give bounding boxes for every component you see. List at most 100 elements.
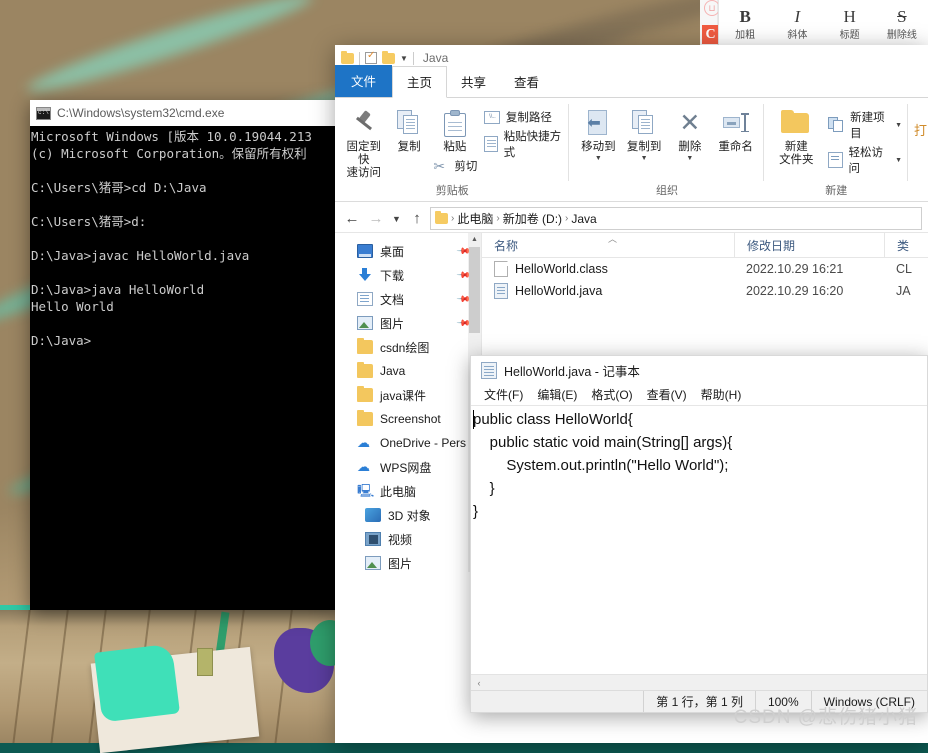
notepad-menu-2[interactable]: 格式(O) [584, 384, 639, 405]
copy-path-button[interactable]: \\.. 复制路径 [484, 109, 564, 125]
teal-paint-patch [94, 643, 180, 723]
nav-item-2[interactable]: 文档 📌 [335, 287, 481, 311]
bold-button[interactable]: B 加粗 [719, 0, 771, 48]
pin-icon[interactable]: 📌 [456, 316, 471, 332]
copy-to-chevron-down-icon[interactable]: ▼ [641, 155, 648, 162]
delete-chevron-down-icon[interactable]: ▼ [686, 155, 693, 162]
nav-item-9[interactable]: ☁ WPS网盘 [335, 455, 481, 479]
strikethrough-button[interactable]: S 删除线 [876, 0, 928, 48]
column-header-name[interactable]: ︿ 名称 [482, 233, 734, 257]
copy-button[interactable]: 复制 [386, 103, 431, 182]
up-button[interactable]: ↑ [406, 208, 428, 230]
console-icon [36, 106, 51, 120]
notepad-text-area[interactable]: public class HelloWorld{ public static v… [471, 406, 927, 674]
ribbon[interactable]: 固定到快 速访问 复制 粘贴 ✂ 剪切 \\.. 复制路径 粘贴快捷方式 剪贴板… [335, 98, 928, 202]
heading-button[interactable]: H 标题 [824, 0, 876, 48]
notepad-menu-4[interactable]: 帮助(H) [694, 384, 749, 405]
notepad-titlebar[interactable]: HelloWorld.java - 记事本 [471, 356, 927, 384]
ribbon-tabs[interactable]: 文件 主页 共享 查看 [335, 65, 928, 98]
table-row[interactable]: HelloWorld.java 2022.10.29 16:20 JA [482, 280, 928, 302]
scroll-left-icon[interactable]: ‹ [471, 678, 487, 688]
column-header-modified[interactable]: 修改日期 [734, 233, 884, 257]
move-to-chevron-down-icon[interactable]: ▼ [595, 155, 602, 162]
file-name-cell[interactable]: HelloWorld.class [482, 261, 734, 277]
move-to-button[interactable]: ⬅ 移动到 ▼ [575, 103, 621, 182]
nav-item-1[interactable]: 下载 📌 [335, 263, 481, 287]
paste-shortcut-label: 粘贴快捷方式 [503, 131, 562, 159]
notepad-menu-3[interactable]: 查看(V) [640, 384, 694, 405]
paste-shortcut-button[interactable]: 粘贴快捷方式 [484, 128, 564, 160]
nav-item-7[interactable]: Screenshot [335, 407, 481, 431]
file-name-label: HelloWorld.java [515, 284, 603, 298]
nav-item-12[interactable]: 视频 [335, 527, 481, 551]
easy-access-button[interactable]: 轻松访问 ▼ [828, 144, 902, 176]
folder-icon [357, 386, 373, 402]
notepad-menu-1[interactable]: 编辑(E) [530, 384, 584, 405]
delete-button[interactable]: ✕ 删除 ▼ [667, 103, 713, 182]
new-folder-icon [781, 107, 811, 139]
cut-button[interactable]: ✂ 剪切 [432, 158, 477, 174]
address-bar[interactable]: ← → ▼ ↑ › 此电脑 › 新加卷 (D:) › Java [335, 202, 928, 232]
notepad-menu-0[interactable]: 文件(F) [477, 384, 530, 405]
nav-item-13[interactable]: 图片 [335, 551, 481, 572]
forward-button[interactable]: → [365, 208, 387, 230]
file-list[interactable]: HelloWorld.class 2022.10.29 16:21 CL HelloW… [482, 258, 928, 302]
pin-icon[interactable]: 📌 [456, 268, 471, 284]
pictures-icon [357, 316, 373, 330]
tab-share[interactable]: 共享 [447, 67, 500, 97]
pin-icon[interactable]: 📌 [456, 292, 471, 308]
nav-item-label: 下载 [380, 268, 405, 283]
navigation-pane[interactable]: ▲ 桌面 📌 下载 📌 文档 📌 图片 📌 csdn绘图 Java java课件 Screenshot… [335, 233, 481, 572]
qat-divider-2 [412, 51, 414, 65]
notepad-horizontal-scrollbar[interactable]: ‹ [471, 674, 927, 690]
copy-to-button[interactable]: 复制到 ▼ [621, 103, 667, 182]
new-item-chevron-down-icon[interactable]: ▼ [895, 122, 902, 129]
nav-item-5[interactable]: Java [335, 359, 481, 383]
breadcrumb[interactable]: › 此电脑 › 新加卷 (D:) › Java [430, 207, 922, 230]
breadcrumb-item-2[interactable]: Java [571, 212, 596, 226]
file-modified-cell: 2022.10.29 16:21 [746, 262, 844, 276]
back-button[interactable]: ← [341, 208, 363, 230]
paste-button[interactable]: 粘贴 [429, 103, 481, 154]
cmd-console-output[interactable]: Microsoft Windows [版本 10.0.19044.213 (c)… [30, 126, 335, 610]
column-headers[interactable]: ︿ 名称 修改日期 类 [482, 233, 928, 258]
move-to-label: 移动到 [581, 141, 616, 153]
breadcrumb-item-0[interactable]: 此电脑 [457, 210, 493, 227]
nav-item-11[interactable]: 3D 对象 [335, 503, 481, 527]
chevron-down-icon[interactable]: ▼ [400, 54, 408, 63]
nav-item-label: csdn绘图 [380, 340, 430, 355]
cmd-window[interactable]: C:\Windows\system32\cmd.exe Microsoft Wi… [30, 100, 335, 610]
tab-file[interactable]: 文件 [335, 65, 393, 97]
italic-button[interactable]: I 斜体 [771, 0, 823, 48]
new-item-button[interactable]: 新建项目 ▼ [828, 109, 902, 141]
file-name-label: HelloWorld.class [515, 262, 608, 276]
cmd-titlebar[interactable]: C:\Windows\system32\cmd.exe [30, 100, 335, 126]
easy-access-chevron-down-icon[interactable]: ▼ [895, 157, 902, 164]
tab-home[interactable]: 主页 [392, 66, 448, 98]
cloud-icon: ☁ [357, 435, 370, 450]
nav-item-3[interactable]: 图片 📌 [335, 311, 481, 335]
download-icon [357, 268, 373, 282]
properties-icon[interactable] [365, 50, 377, 64]
pin-icon[interactable]: 📌 [456, 244, 471, 260]
recent-locations-chevron-down-icon[interactable]: ▼ [389, 208, 404, 230]
desktop-icon [357, 244, 373, 258]
breadcrumb-item-1[interactable]: 新加卷 (D:) [503, 210, 562, 227]
nav-item-10[interactable]: 🖳 此电脑 [335, 479, 481, 503]
rename-button[interactable]: 重命名 [713, 103, 759, 182]
nav-item-4[interactable]: csdn绘图 [335, 335, 481, 359]
nav-item-8[interactable]: ☁ OneDrive - Pers [335, 431, 481, 455]
documents-icon [357, 292, 373, 306]
nav-item-0[interactable]: 桌面 📌 [335, 239, 481, 263]
new-folder-button[interactable]: 新建 文件夹 [770, 103, 822, 182]
notepad-window[interactable]: HelloWorld.java - 记事本 文件(F) 编辑(E) 格式(O) 查看(… [470, 355, 928, 713]
column-header-type[interactable]: 类 [884, 233, 928, 257]
nav-item-6[interactable]: java课件 [335, 383, 481, 407]
new-folder-icon[interactable] [382, 50, 395, 64]
tab-view[interactable]: 查看 [500, 67, 553, 97]
file-name-cell[interactable]: HelloWorld.java [482, 283, 734, 299]
notepad-menubar[interactable]: 文件(F) 编辑(E) 格式(O) 查看(V) 帮助(H) [471, 384, 927, 406]
copy-icon [397, 107, 421, 139]
table-row[interactable]: HelloWorld.class 2022.10.29 16:21 CL [482, 258, 928, 280]
pin-to-quick-access-button[interactable]: 固定到快 速访问 [341, 103, 386, 182]
